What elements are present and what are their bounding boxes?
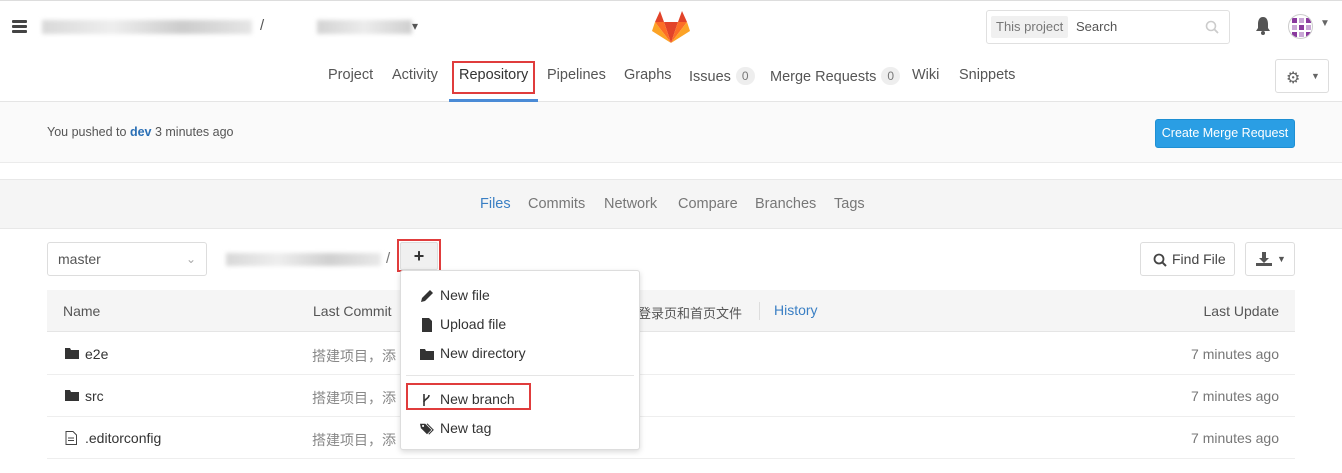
push-alert-suffix: 3 minutes ago [151,125,234,139]
menu-item-new-directory[interactable]: New directory [420,345,526,361]
find-file-label: Find File [1172,251,1226,267]
tab-wiki[interactable]: Wiki [912,67,939,83]
tab-merge-requests-label: Merge Requests [770,69,877,85]
folder-icon [65,348,79,359]
gitlab-logo-icon[interactable] [652,10,690,44]
gear-icon: ⚙ [1286,70,1301,87]
menu-item-label: Upload file [440,316,507,332]
commit-message[interactable]: 搭建项目，添 [312,430,396,450]
file-icon [422,318,432,333]
download-button[interactable]: ▼ [1245,242,1295,276]
file-name[interactable]: src [85,388,104,404]
pencil-icon [421,290,433,303]
menu-divider [406,375,634,376]
tab-graphs[interactable]: Graphs [624,67,672,83]
table-row[interactable]: e2e 搭建项目，添 7 minutes ago [47,333,1295,375]
latest-commit-message[interactable]: 加登录页和首页文件 [625,303,742,322]
menu-item-new-file[interactable]: New file [420,287,490,303]
repository-subnav: Files Commits Network Compare Branches T… [0,179,1342,229]
tab-issues-label: Issues [689,69,731,85]
download-icon [1256,252,1272,266]
file-name[interactable]: .editorconfig [85,430,161,446]
crumb-separator: / [386,250,391,267]
push-alert-text: You pushed to dev 3 minutes ago [47,125,234,139]
chevron-down-icon: ▼ [1311,71,1320,81]
avatar[interactable] [1288,14,1313,39]
path-separator: / [260,17,265,34]
folder-icon [65,390,79,401]
chevron-down-icon: ▼ [1277,254,1286,264]
pushed-branch-link[interactable]: dev [130,125,152,139]
issues-count-badge: 0 [735,67,755,85]
chevron-down-icon: ⌄ [186,252,197,266]
branch-select-value: master [58,251,101,267]
tab-project[interactable]: Project [328,67,373,83]
tab-merge-requests[interactable]: Merge Requests 0 [770,67,901,85]
subtab-files[interactable]: Files [480,196,511,212]
new-branch-highlight-box [406,383,531,410]
blurred-project-name [317,20,412,34]
menu-item-upload-file[interactable]: Upload file [420,316,507,333]
file-name[interactable]: e2e [85,346,108,362]
subtab-branches[interactable]: Branches [755,196,816,212]
subtab-network[interactable]: Network [604,196,657,212]
project-nav: Project Activity Repository Pipelines Gr… [0,54,1342,102]
divider [759,302,760,320]
find-file-button[interactable]: Find File [1140,242,1235,276]
search-scope-label: This project [991,16,1069,38]
top-header: / ▾ This project Search ▼ [0,0,1342,54]
branch-select[interactable]: master ⌄ [47,242,207,276]
commit-message[interactable]: 搭建项目，添 [312,346,396,366]
col-last-update-header: Last Update [1203,303,1280,319]
search-icon [1205,20,1219,34]
menu-item-label: New file [440,287,490,303]
plus-highlight-box [397,239,441,272]
repository-highlight-box [452,61,535,94]
push-alert: You pushed to dev 3 minutes ago Create M… [0,102,1342,163]
search-icon [1153,253,1167,267]
last-update-time: 7 minutes ago [1191,430,1279,446]
last-update-time: 7 minutes ago [1191,346,1279,362]
table-row[interactable]: src 搭建项目，添 7 minutes ago [47,375,1295,417]
search-input[interactable]: This project Search [986,10,1230,44]
tags-icon [420,423,434,435]
project-breadcrumb[interactable]: / ▾ [42,17,422,37]
hamburger-menu-icon[interactable] [12,20,27,33]
create-merge-request-button[interactable]: Create Merge Request [1155,119,1295,148]
chevron-down-icon[interactable]: ▼ [1320,18,1330,29]
chevron-down-icon[interactable]: ▾ [412,19,418,33]
menu-item-label: New directory [440,345,526,361]
blurred-path-crumb [226,253,381,266]
subtab-tags[interactable]: Tags [834,196,865,212]
tab-snippets[interactable]: Snippets [959,67,1015,83]
tab-issues[interactable]: Issues 0 [689,67,755,85]
history-link[interactable]: History [774,302,818,318]
last-update-time: 7 minutes ago [1191,388,1279,404]
menu-item-new-tag[interactable]: New tag [420,420,491,436]
tab-pipelines[interactable]: Pipelines [547,67,606,83]
new-item-dropdown: New file Upload file New directory New b… [400,270,640,450]
bell-icon[interactable] [1254,16,1272,36]
blurred-group-name [42,20,252,34]
tab-activity[interactable]: Activity [392,67,438,83]
commit-message[interactable]: 搭建项目，添 [312,388,396,408]
file-icon [65,431,77,445]
subtab-compare[interactable]: Compare [678,196,738,212]
mr-count-badge: 0 [881,67,901,85]
subtab-commits[interactable]: Commits [528,196,585,212]
col-last-commit-header: Last Commit [313,303,392,319]
search-placeholder: Search [1076,19,1118,34]
table-row[interactable]: .editorconfig 搭建项目，添 7 minutes ago [47,417,1295,459]
push-alert-prefix: You pushed to [47,125,130,139]
col-name-header: Name [63,303,101,319]
settings-button[interactable]: ⚙ ▼ [1275,59,1329,93]
folder-icon [420,349,434,361]
menu-item-label: New tag [440,420,492,436]
